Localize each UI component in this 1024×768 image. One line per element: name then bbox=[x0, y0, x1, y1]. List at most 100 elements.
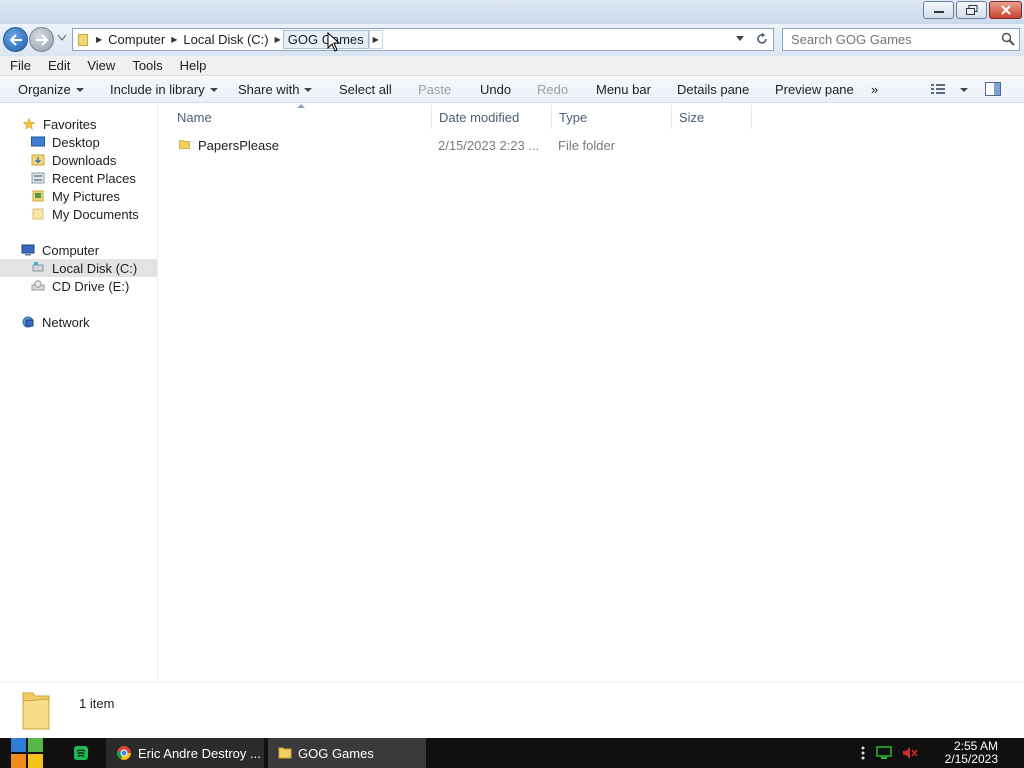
nav-desktop[interactable]: Desktop bbox=[0, 133, 157, 151]
column-size[interactable]: Size bbox=[672, 105, 752, 129]
refresh-icon[interactable] bbox=[755, 32, 769, 46]
star-icon bbox=[22, 118, 36, 130]
menu-tools[interactable]: Tools bbox=[122, 58, 169, 73]
restore-button[interactable] bbox=[956, 1, 987, 19]
view-options-dropdown[interactable] bbox=[955, 82, 968, 97]
tray-overflow-icon[interactable] bbox=[860, 745, 866, 761]
caret-down-icon bbox=[75, 88, 84, 92]
nav-downloads[interactable]: Downloads bbox=[0, 151, 157, 169]
volume-muted-icon[interactable] bbox=[902, 746, 918, 760]
taskbar-clock[interactable]: 2:55 AM 2/15/2023 bbox=[945, 740, 998, 766]
downloads-folder-icon bbox=[31, 154, 45, 166]
file-type: File folder bbox=[558, 138, 616, 153]
clock-date: 2/15/2023 bbox=[944, 752, 998, 766]
details-pane: 1 item bbox=[0, 682, 1024, 738]
computer-icon bbox=[21, 244, 35, 256]
details-pane-button[interactable]: Details pane bbox=[677, 82, 749, 97]
chevron-right-icon[interactable]: ▶ bbox=[273, 35, 283, 44]
item-count: 1 item bbox=[79, 696, 115, 711]
file-name: PapersPlease bbox=[198, 138, 279, 153]
address-row: ▶ Computer ▶ Local Disk (C:) ▶ GOG Games… bbox=[0, 24, 1024, 56]
organize-label: Organize bbox=[18, 82, 71, 97]
nav-cd-drive-label: CD Drive (E:) bbox=[52, 278, 130, 294]
chevron-right-icon[interactable]: ▶ bbox=[368, 30, 383, 49]
mouse-cursor-icon bbox=[327, 32, 340, 52]
nav-cd-drive[interactable]: CD Drive (E:) bbox=[0, 277, 157, 295]
command-bar: Organize Include in library Share with S… bbox=[0, 77, 1024, 103]
undo-button[interactable]: Undo bbox=[480, 82, 511, 97]
restore-icon bbox=[965, 5, 977, 15]
more-commands-button[interactable]: » bbox=[871, 82, 878, 97]
include-in-library-label: Include in library bbox=[110, 82, 205, 97]
nav-favorites[interactable]: Favorites bbox=[0, 115, 157, 133]
select-all-button[interactable]: Select all bbox=[339, 82, 392, 97]
taskbar-task-browser-label: Eric Andre Destroy ... bbox=[138, 745, 261, 761]
nav-my-documents-label: My Documents bbox=[52, 206, 139, 222]
nav-network-label: Network bbox=[42, 314, 90, 330]
include-in-library-button[interactable]: Include in library bbox=[110, 82, 218, 97]
address-dropdown-icon[interactable] bbox=[735, 35, 745, 43]
nav-favorites-label: Favorites bbox=[43, 116, 97, 132]
nav-downloads-label: Downloads bbox=[52, 152, 117, 168]
redo-button[interactable]: Redo bbox=[537, 82, 568, 97]
hard-drive-icon bbox=[32, 262, 44, 272]
change-view-button[interactable] bbox=[930, 82, 946, 99]
caret-down-icon bbox=[209, 88, 218, 92]
window-controls bbox=[921, 1, 1022, 19]
back-button[interactable] bbox=[3, 27, 28, 52]
list-item[interactable]: PapersPlease 2/15/2023 2:23 ... File fol… bbox=[170, 136, 755, 156]
breadcrumb-computer[interactable]: Computer bbox=[104, 29, 169, 50]
documents-folder-icon bbox=[32, 208, 44, 220]
windows-start-icon[interactable] bbox=[11, 738, 43, 768]
address-actions bbox=[735, 32, 769, 46]
column-name[interactable]: Name bbox=[170, 105, 432, 129]
column-date-modified[interactable]: Date modified bbox=[432, 105, 552, 129]
chevron-right-icon[interactable]: ▶ bbox=[169, 35, 179, 44]
nav-local-disk[interactable]: Local Disk (C:) bbox=[0, 259, 157, 277]
column-type[interactable]: Type bbox=[552, 105, 672, 129]
address-bar[interactable]: ▶ Computer ▶ Local Disk (C:) ▶ GOG Games… bbox=[72, 28, 774, 51]
forward-button[interactable] bbox=[29, 27, 54, 52]
network-status-icon[interactable] bbox=[876, 746, 892, 760]
minimize-icon bbox=[933, 11, 944, 13]
folder-large-icon bbox=[22, 692, 50, 730]
arrow-right-icon bbox=[35, 33, 48, 46]
taskbar-task-explorer[interactable]: GOG Games bbox=[268, 738, 426, 768]
preview-pane-button[interactable]: Preview pane bbox=[775, 82, 854, 97]
taskbar-task-browser[interactable]: Eric Andre Destroy ... bbox=[106, 738, 264, 768]
network-icon bbox=[22, 316, 34, 328]
search-box[interactable] bbox=[782, 28, 1020, 51]
breadcrumb-local-disk[interactable]: Local Disk (C:) bbox=[179, 29, 272, 50]
paste-button[interactable]: Paste bbox=[418, 82, 451, 97]
nav-computer[interactable]: Computer bbox=[0, 241, 157, 259]
breadcrumb-gog-games[interactable]: GOG Games bbox=[282, 30, 369, 49]
menu-view[interactable]: View bbox=[77, 58, 122, 73]
pane-layout-icon bbox=[985, 82, 1001, 96]
caret-down-icon bbox=[960, 88, 968, 92]
spotify-icon[interactable] bbox=[73, 745, 89, 761]
minimize-button[interactable] bbox=[923, 1, 954, 19]
nav-recent-places-label: Recent Places bbox=[52, 170, 136, 186]
nav-recent-places[interactable]: Recent Places bbox=[0, 169, 157, 187]
menu-bar-button[interactable]: Menu bar bbox=[596, 82, 651, 97]
nav-network[interactable]: Network bbox=[0, 313, 157, 331]
recent-pages-dropdown[interactable] bbox=[57, 34, 67, 42]
cd-drive-icon bbox=[31, 280, 45, 291]
menu-file[interactable]: File bbox=[0, 58, 38, 73]
share-with-button[interactable]: Share with bbox=[238, 82, 313, 97]
organize-button[interactable]: Organize bbox=[18, 82, 84, 97]
details-view-icon bbox=[931, 84, 945, 94]
nav-my-pictures[interactable]: My Pictures bbox=[0, 187, 157, 205]
nav-local-disk-label: Local Disk (C:) bbox=[52, 260, 138, 276]
nav-my-documents[interactable]: My Documents bbox=[0, 205, 157, 223]
taskbar: Eric Andre Destroy ... GOG Games 2:55 AM… bbox=[0, 738, 1024, 768]
search-icon[interactable] bbox=[1001, 32, 1015, 46]
menu-help[interactable]: Help bbox=[170, 58, 214, 73]
preview-pane-toggle[interactable] bbox=[985, 82, 1001, 99]
close-button[interactable] bbox=[989, 1, 1022, 19]
chevron-right-icon[interactable]: ▶ bbox=[94, 35, 104, 44]
menu-edit[interactable]: Edit bbox=[38, 58, 77, 73]
caret-down-icon bbox=[304, 88, 313, 92]
taskbar-task-explorer-label: GOG Games bbox=[298, 745, 374, 761]
search-input[interactable] bbox=[783, 29, 983, 49]
